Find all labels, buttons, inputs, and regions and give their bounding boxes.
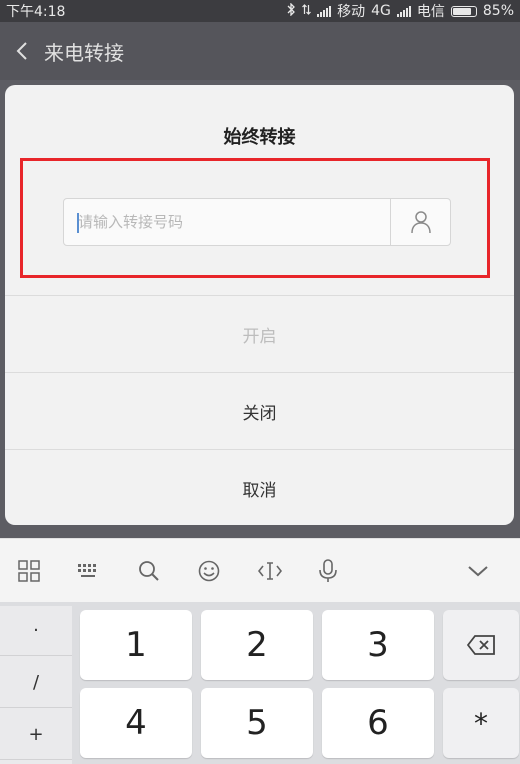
text-cursor [77,213,79,233]
chevron-left-icon [16,42,27,60]
enable-button[interactable]: 开启 [5,295,514,372]
microphone-icon[interactable] [318,551,378,591]
page-title: 来电转接 [44,40,124,65]
key-6[interactable]: 6 [322,688,434,758]
key-4[interactable]: 4 [80,688,192,758]
status-time: 下午4:18 [6,4,66,20]
star-key[interactable]: * [443,688,519,758]
symbol-key[interactable]: + [0,710,72,760]
keyboard-toolbar [0,538,520,602]
bluetooth-icon [287,1,296,20]
battery-percent: 85% [482,3,514,19]
cancel-button[interactable]: 取消 [5,449,514,525]
forward-dialog: 始终转接 开启 关闭 取消 [5,85,514,525]
key-5[interactable]: 5 [201,688,313,758]
backspace-icon [467,635,495,655]
symbol-key[interactable]: · [0,606,72,656]
back-button[interactable] [0,22,44,80]
collapse-keyboard-button[interactable] [458,551,498,591]
contact-picker-button[interactable] [390,199,450,245]
carrier-2: 电信 [416,4,445,20]
disable-button[interactable]: 关闭 [5,372,514,449]
data-transfer-icon [302,3,312,20]
chevron-down-icon [468,566,488,577]
search-icon[interactable] [138,551,198,591]
status-bar: 下午4:18 移动 4G 电信 85% [0,0,520,22]
number-input-row [63,198,451,246]
numeric-keyboard: · / + 1 2 3 4 5 6 * [0,602,520,764]
key-2[interactable]: 2 [201,610,313,680]
backspace-key[interactable] [443,610,519,680]
signal-icon-2 [396,5,411,17]
key-3[interactable]: 3 [322,610,434,680]
battery-icon [450,5,477,17]
network-type: 4G [371,3,391,19]
forward-number-input[interactable] [64,199,390,245]
cursor-move-icon[interactable] [258,551,318,591]
app-header: 来电转接 [0,22,520,80]
grid-icon[interactable] [18,551,78,591]
emoji-icon[interactable] [198,551,258,591]
signal-icon [317,5,332,17]
symbol-key[interactable]: / [0,658,72,708]
key-1[interactable]: 1 [80,610,192,680]
keyboard-icon[interactable] [78,551,138,591]
dialog-title: 始终转接 [223,127,296,148]
symbol-column: · / + [0,606,72,764]
person-icon [410,211,431,234]
carrier-1: 移动 [337,4,366,20]
